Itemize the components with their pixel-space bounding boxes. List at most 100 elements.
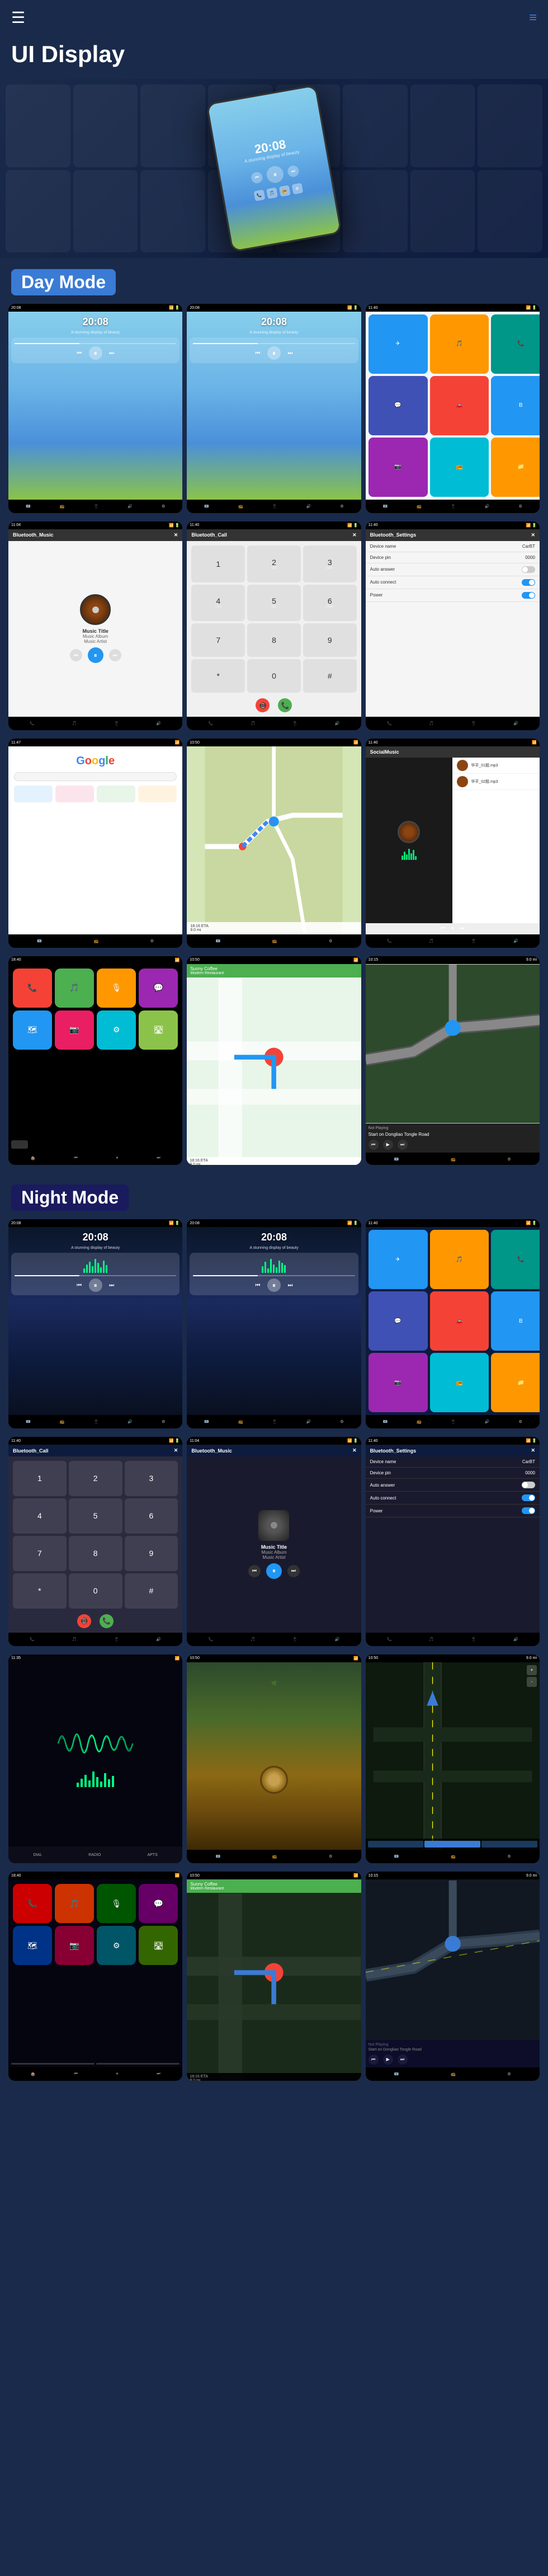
track-2[interactable]: 华平_02题.mp3 [452, 774, 540, 790]
next-music-2[interactable]: ⏭ [285, 348, 295, 358]
night-prev-1[interactable]: ⏮ [74, 1280, 84, 1290]
app-phone[interactable]: 📞 [491, 314, 540, 374]
night-bt-call-screen[interactable]: 11:40📶 🔋 Bluetooth_Call ✕ 1 2 3 4 5 6 7 … [8, 1437, 182, 1646]
app-music[interactable]: 🎵 [430, 314, 489, 374]
night-num-8[interactable]: 8 [69, 1536, 122, 1571]
auto-answer-item[interactable]: Auto answer [366, 563, 540, 576]
night-cp-podcast[interactable]: 🎙 [97, 1884, 136, 1923]
next-music-1[interactable]: ⏭ [107, 348, 117, 358]
prev-music-1[interactable]: ⏮ [74, 348, 84, 358]
bt-music-screen[interactable]: 11:04📶 🔋 Bluetooth_Music ✕ Music Title M… [8, 521, 182, 731]
night-app-3[interactable]: 📞 [491, 1230, 540, 1289]
carplay-waze[interactable]: 🛣 [139, 1010, 178, 1050]
call-btn[interactable]: 📞 [278, 698, 292, 712]
night-app-6[interactable]: 🚗 [430, 1291, 489, 1351]
night-waveform-screen[interactable]: 11:35📶 [8, 1654, 182, 1864]
night-bt-prev[interactable]: ⏮ [248, 1565, 261, 1577]
local-play[interactable]: ⏸ [451, 925, 454, 932]
night-app-5[interactable]: 💬 [369, 1291, 428, 1351]
menu-icon[interactable]: ☰ [11, 8, 25, 27]
night-end-call[interactable]: 📵 [77, 1614, 91, 1628]
night-bt-play[interactable]: ⏸ [266, 1563, 282, 1579]
local-prev[interactable]: ⏮ [441, 925, 446, 932]
night-play-1[interactable]: ⏸ [89, 1278, 102, 1292]
night-app-10[interactable]: 📻 [430, 1353, 489, 1412]
night-num-star[interactable]: * [13, 1573, 67, 1609]
night-np-screen[interactable]: 10:159.0 mi Not Playing St [366, 1872, 540, 2081]
night-music-1[interactable]: ⏮ ⏸ ⏭ [11, 1253, 179, 1295]
night-cp-music[interactable]: 🎵 [55, 1884, 94, 1923]
map-screen[interactable]: 10:50📶 18:16 ETA 9.0 mi [187, 739, 361, 948]
google-shortcut-4[interactable] [138, 786, 177, 802]
day-home-screen-2[interactable]: 20:08📶 🔋 20:08 A stunning display of bea… [187, 304, 361, 513]
google-shortcut-3[interactable] [97, 786, 135, 802]
bt-play[interactable]: ⏸ [88, 647, 103, 663]
music-player-2[interactable]: ⏮ ⏸ ⏭ [190, 337, 358, 363]
night-auto-answer-toggle[interactable] [522, 1482, 535, 1488]
app-car[interactable]: 🚗 [430, 376, 489, 435]
night-coffee-screen[interactable]: 10:50📶 Sunny Coffee Modern Restaurant [187, 1872, 361, 2081]
app-icon-3[interactable]: 📻 [278, 185, 290, 197]
num-7[interactable]: 7 [191, 623, 245, 657]
bt-music-close[interactable]: ✕ [174, 532, 178, 538]
auto-connect-toggle[interactable] [522, 579, 535, 586]
auto-connect-item[interactable]: Auto connect [366, 576, 540, 589]
night-bt-music-screen[interactable]: 11:04📶 🔋 Bluetooth_Music ✕ Music Title M… [187, 1437, 361, 1646]
num-hash[interactable]: # [303, 659, 357, 693]
bt-next[interactable]: ⏭ [109, 649, 121, 661]
not-playing-screen[interactable]: 10:159.0 mi Not Playing Start on Dongli [366, 956, 540, 1165]
night-np-next[interactable]: ⏭ [398, 2055, 408, 2065]
power-toggle[interactable] [522, 592, 535, 599]
night-app-1[interactable]: ✈ [369, 1230, 428, 1289]
end-call-btn[interactable]: 📵 [256, 698, 270, 712]
num-8[interactable]: 8 [247, 623, 301, 657]
np-next[interactable]: ⏭ [398, 1140, 408, 1150]
night-auto-answer[interactable]: Auto answer [366, 1479, 540, 1492]
carplay-photos[interactable]: 📷 [55, 1010, 94, 1050]
local-next[interactable]: ⏭ [460, 925, 465, 932]
next-btn[interactable]: ⏭ [287, 165, 300, 178]
night-auto-connect[interactable]: Auto connect [366, 1492, 540, 1505]
num-2[interactable]: 2ABC [247, 546, 301, 582]
night-num-9[interactable]: 9 [125, 1536, 178, 1571]
night-carplay-apps[interactable]: 18:40📶 📞 🎵 🎙 💬 🗺 📷 ⚙ 🛣 [8, 1872, 182, 2081]
night-num-4[interactable]: 4 [13, 1498, 67, 1534]
night-call-close[interactable]: ✕ [174, 1447, 178, 1454]
track-1[interactable]: 华平_01题.mp3 [452, 758, 540, 774]
night-cp-photos[interactable]: 📷 [55, 1926, 94, 1965]
carplay-messages[interactable]: 💬 [139, 969, 178, 1008]
num-star[interactable]: * [191, 659, 245, 693]
night-home-2[interactable]: 20:08📶 🔋 20:08 A stunning display of bea… [187, 1219, 361, 1428]
np-play[interactable]: ▶ [383, 1140, 393, 1150]
night-road-screen[interactable]: 10:509.0 mi + - [366, 1654, 540, 1864]
night-cp-waze[interactable]: 🛣 [139, 1926, 178, 1965]
num-3[interactable]: 3DEF [303, 546, 357, 582]
play-music-2[interactable]: ⏸ [267, 346, 281, 360]
nav-icon[interactable]: ≡ [529, 10, 537, 26]
night-play-2[interactable]: ⏸ [267, 1278, 281, 1292]
night-app-2[interactable]: 🎵 [430, 1230, 489, 1289]
app-icon-2[interactable]: 🎵 [266, 187, 278, 199]
prev-music-2[interactable]: ⏮ [253, 348, 263, 358]
night-cp-phone[interactable]: 📞 [13, 1884, 52, 1923]
bt-settings-screen[interactable]: 11:40📶 🔋 Bluetooth_Settings ✕ Device nam… [366, 521, 540, 731]
night-cp-settings[interactable]: ⚙ [97, 1926, 136, 1965]
num-4[interactable]: 4GHI [191, 585, 245, 622]
nav-btn-3[interactable] [481, 1841, 537, 1848]
night-auto-connect-toggle[interactable] [522, 1494, 535, 1501]
night-power[interactable]: Power [366, 1505, 540, 1517]
bt-prev[interactable]: ⏮ [70, 649, 82, 661]
carplay-podcast[interactable]: 🎙 [97, 969, 136, 1008]
night-num-1[interactable]: 1 [13, 1461, 67, 1496]
night-num-0[interactable]: 0 [69, 1573, 122, 1609]
app-telegram[interactable]: ✈ [369, 314, 428, 374]
nav-btn-1[interactable] [368, 1841, 424, 1848]
app-radio[interactable]: 📻 [430, 438, 489, 497]
local-music-screen[interactable]: 11:40📶 SocialMusic [366, 739, 540, 948]
sunny-coffee-screen[interactable]: 10:50📶 Sunny Coffee Modern Restaurant [187, 956, 361, 1165]
app-file[interactable]: 📁 [491, 438, 540, 497]
night-bt-settings-screen[interactable]: 11:40📶 🔋 Bluetooth_Settings ✕ Device nam… [366, 1437, 540, 1646]
num-5[interactable]: 5JKL [247, 585, 301, 622]
night-num-7[interactable]: 7 [13, 1536, 67, 1571]
night-next-1[interactable]: ⏭ [107, 1280, 117, 1290]
